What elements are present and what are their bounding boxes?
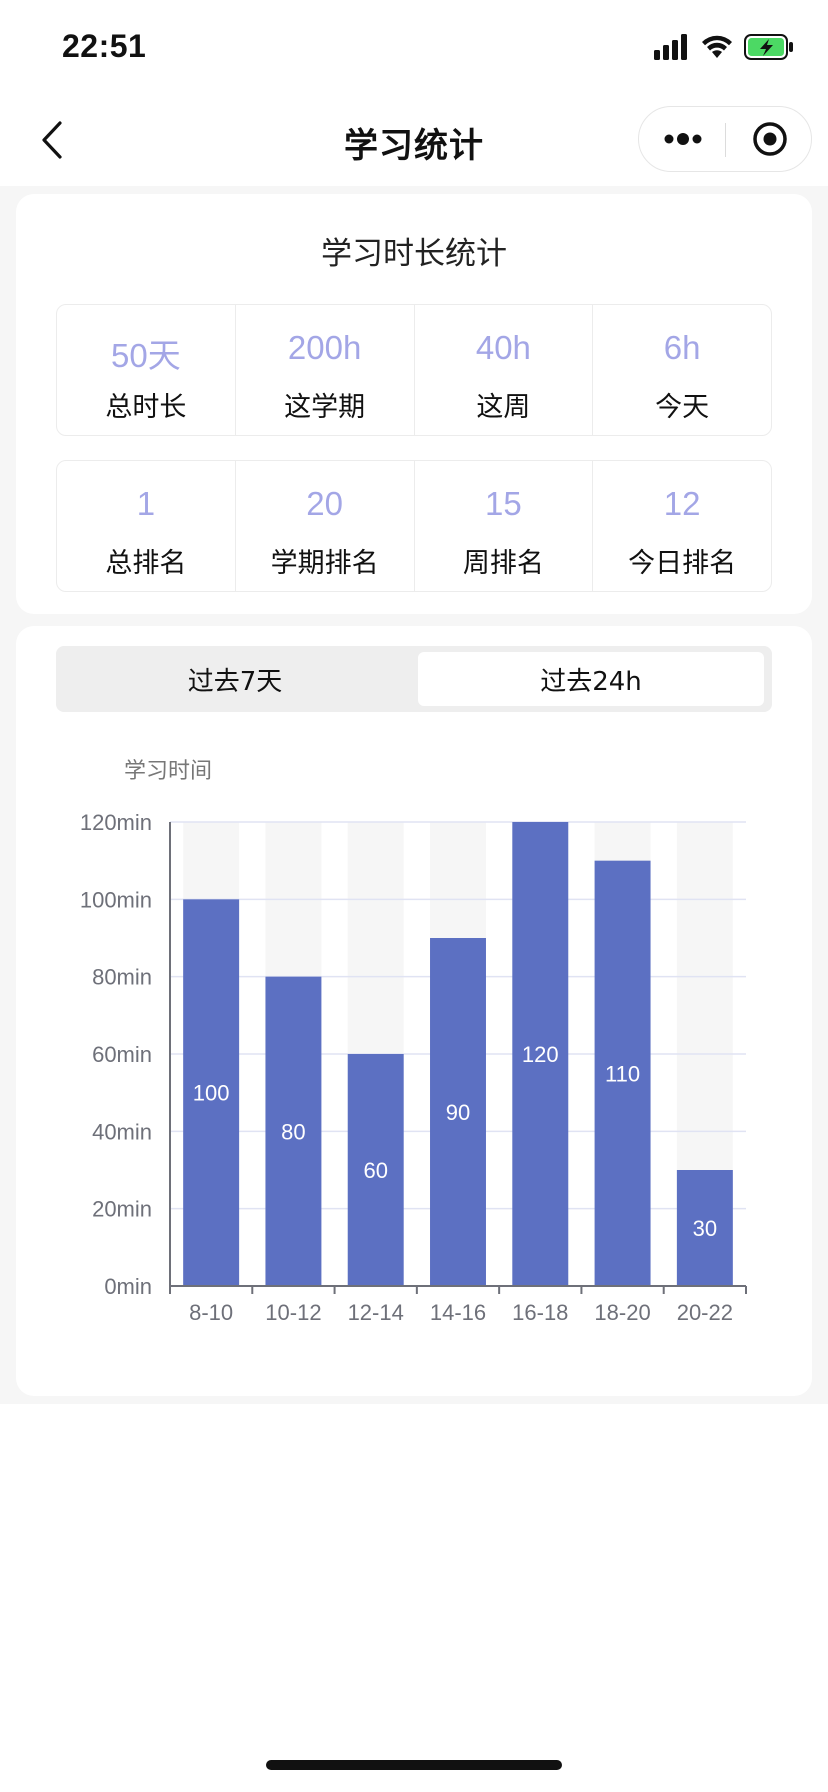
stat-today-duration: 6h 今天 [593, 305, 771, 435]
stat-value: 40h [475, 329, 531, 366]
bar-value-label: 60 [363, 1158, 387, 1183]
stat-today-rank: 12 今日排名 [593, 461, 771, 591]
y-tick-label: 60min [92, 1042, 152, 1067]
x-tick-label: 8-10 [189, 1300, 233, 1325]
wifi-icon [702, 35, 732, 58]
x-tick-label: 10-12 [265, 1300, 321, 1325]
close-button[interactable] [727, 107, 813, 171]
bar-value-label: 80 [281, 1119, 305, 1144]
capsule-divider [725, 123, 726, 157]
nav-bar: 学习统计 [0, 96, 828, 186]
stat-value: 20 [306, 485, 343, 522]
stat-label: 总时长 [105, 392, 187, 423]
stat-label: 学期排名 [270, 548, 379, 579]
battery-charging-icon [744, 34, 793, 60]
stat-value: 50天 [111, 337, 181, 374]
status-bar: 22:51 [0, 0, 828, 96]
stat-value: 12 [663, 485, 701, 522]
stat-value: 200h [287, 329, 362, 366]
more-button[interactable] [639, 107, 726, 171]
stat-label: 这周 [476, 392, 531, 423]
tab-past-24h[interactable]: 过去24h [418, 652, 764, 706]
stat-week-duration: 40h 这周 [415, 305, 594, 435]
bar-value-label: 110 [605, 1061, 640, 1086]
bar-value-label: 100 [193, 1081, 230, 1106]
mini-program-capsule [638, 106, 812, 172]
signal-icon [654, 34, 687, 60]
stat-total-duration: 50天 总时长 [57, 305, 236, 435]
bar-value-label: 30 [693, 1216, 717, 1241]
bar-value-label: 120 [522, 1042, 559, 1067]
stat-semester-duration: 200h 这学期 [236, 305, 415, 435]
study-time-chart: 学习时间 0min 20min 40min 60min 80min 100min 120mi… [16, 726, 812, 1366]
target-close-icon [753, 122, 787, 156]
stat-total-rank: 1 总排名 [57, 461, 236, 591]
stat-week-rank: 15 周排名 [415, 461, 594, 591]
more-dots-icon [664, 133, 701, 145]
status-time: 22:51 [62, 28, 147, 64]
stat-label: 今日排名 [628, 548, 737, 579]
summary-title: 学习时长统计 [321, 236, 507, 272]
stat-value: 6h [663, 329, 701, 366]
stat-label: 总排名 [105, 548, 187, 579]
ranking-stats-row: 1 总排名 20 学期排名 15 周排名 12 今日排名 [56, 460, 772, 592]
y-tick-label: 80min [92, 965, 152, 990]
stat-label: 这学期 [284, 392, 366, 423]
y-axis-label: 学习时间 [124, 759, 212, 784]
bar-value-label: 90 [446, 1100, 470, 1125]
stat-semester-rank: 20 学期排名 [236, 461, 415, 591]
x-tick-label: 18-20 [594, 1300, 650, 1325]
stat-value: 15 [485, 485, 522, 522]
bar-chart-svg: 学习时间 0min 20min 40min 60min 80min 100min 120mi… [80, 759, 747, 1325]
stat-label: 周排名 [462, 548, 544, 579]
y-tick-label: 100min [80, 887, 152, 912]
duration-stats-row: 50天 总时长 200h 这学期 40h 这周 6h 今天 [56, 304, 772, 436]
page-background [0, 1404, 828, 1792]
stat-label: 今天 [655, 392, 710, 423]
y-tick-label: 120min [80, 810, 152, 835]
x-tick-label: 20-22 [677, 1300, 733, 1325]
home-indicator [266, 1760, 562, 1770]
x-tick-label: 12-14 [348, 1300, 404, 1325]
period-segmented-control: 过去7天 过去24h [56, 646, 772, 712]
tab-past-7-days[interactable]: 过去7天 [62, 652, 408, 706]
y-tick-label: 20min [92, 1197, 152, 1222]
y-tick-label: 40min [92, 1119, 152, 1144]
x-tick-label: 14-16 [430, 1300, 486, 1325]
stat-value: 1 [136, 485, 156, 522]
summary-card: 学习时长统计 50天 总时长 200h 这学期 40h 这周 6h 今天 1 总… [16, 194, 812, 614]
x-tick-label: 16-18 [512, 1300, 568, 1325]
chart-card: 过去7天 过去24h 学习时间 0min 20min 40min 60min 80min… [16, 626, 812, 1396]
y-tick-label: 0min [104, 1274, 152, 1299]
